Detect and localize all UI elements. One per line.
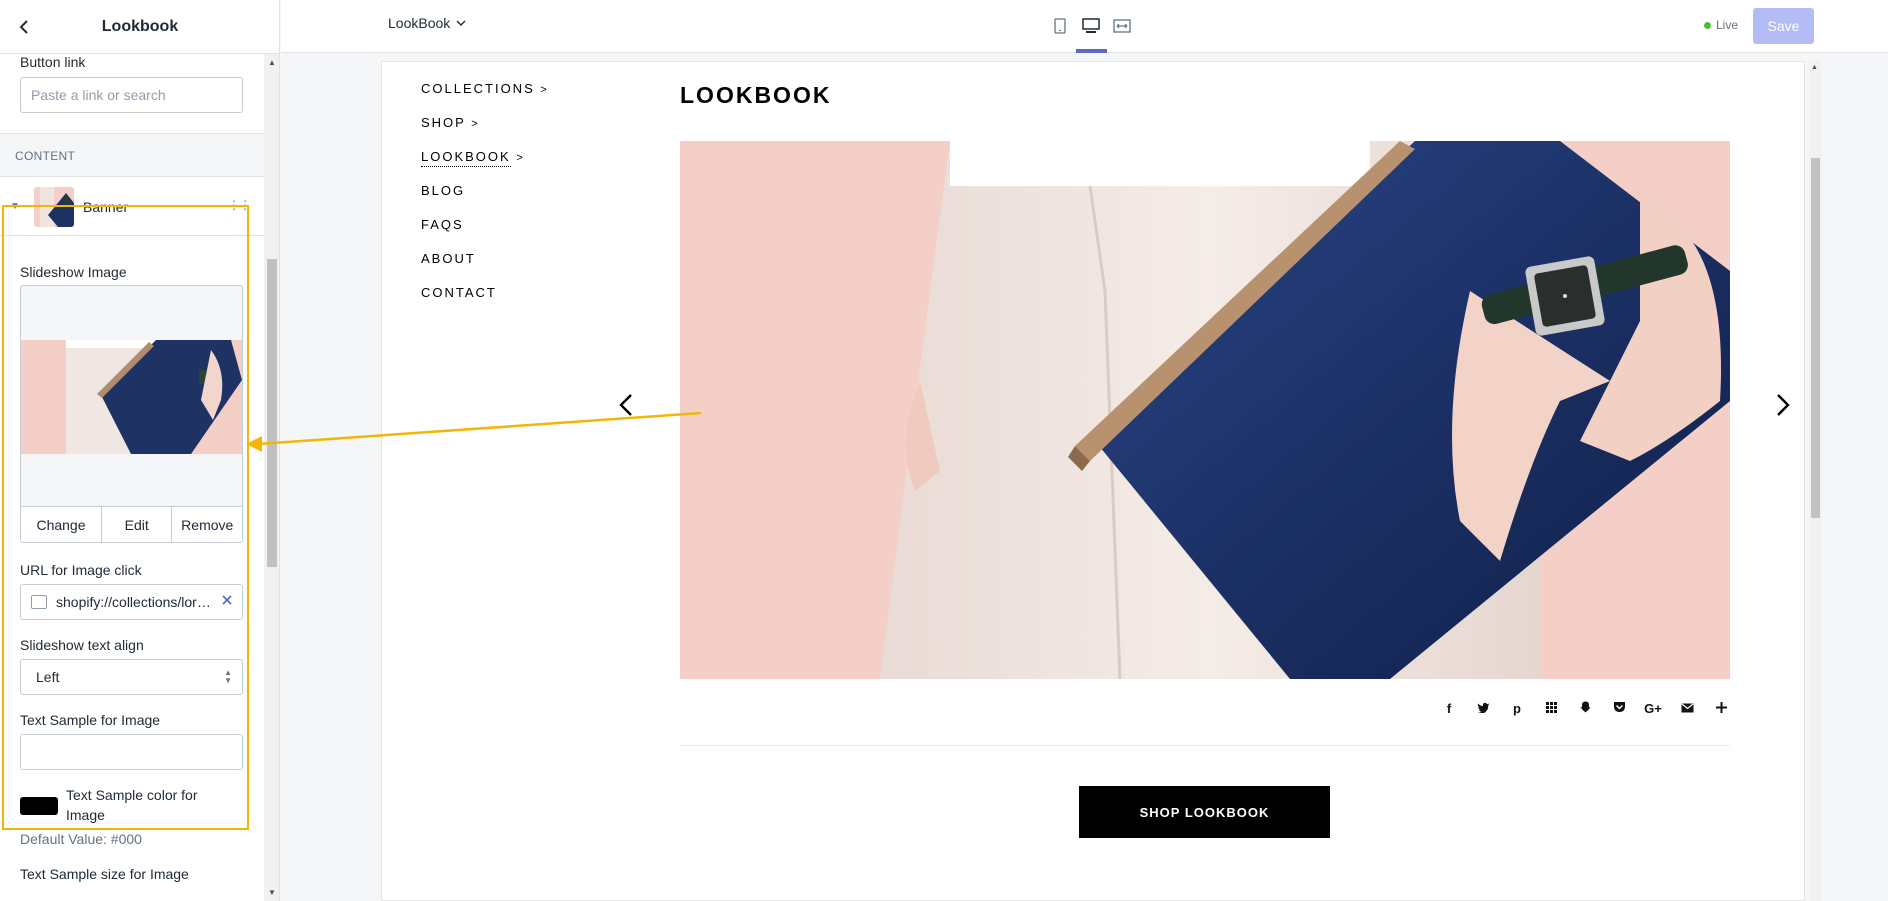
text-align-select[interactable]: Left ▲ ▼	[20, 659, 243, 695]
nav-item-shop[interactable]: SHOP >	[421, 115, 549, 149]
page-title: LOOKBOOK	[680, 82, 832, 108]
save-button[interactable]: Save	[1753, 8, 1814, 44]
divider	[680, 745, 1730, 746]
share-icons: f p G+	[1432, 701, 1738, 716]
nav-item-contact[interactable]: CONTACT	[421, 285, 549, 319]
nav-item-blog[interactable]: BLOG	[421, 183, 549, 217]
page-selector-label: LookBook	[388, 15, 451, 31]
nav-item-faqs[interactable]: FAQS	[421, 217, 549, 251]
scroll-down-icon[interactable]: ▼	[268, 888, 276, 897]
slideshow-image-picker[interactable]: Change Edit Remove	[20, 285, 243, 543]
shop-lookbook-button[interactable]: SHOP LOOKBOOK	[1079, 786, 1330, 838]
live-label: Live	[1716, 18, 1739, 32]
banner-block-label: Banner	[83, 198, 129, 215]
slide-prev-icon[interactable]	[618, 392, 634, 424]
sidebar-body: Button link Paste a link or search CONTE…	[0, 54, 264, 901]
edit-image-button[interactable]: Edit	[102, 507, 173, 542]
storefront-preview: COLLECTIONS > SHOP > LOOKBOOK > BLOG FAQ…	[381, 61, 1805, 901]
text-color-swatch[interactable]	[20, 797, 58, 815]
button-link-input[interactable]: Paste a link or search	[20, 77, 243, 113]
slideshow-image-label: Slideshow Image	[20, 264, 127, 280]
nav-item-lookbook[interactable]: LOOKBOOK >	[421, 149, 549, 183]
theme-editor-sidebar: Lookbook Button link Paste a link or sea…	[0, 0, 280, 901]
text-color-helper: Default Value: #000	[20, 831, 142, 847]
google-plus-icon[interactable]: G+	[1636, 701, 1670, 716]
nav-item-collections[interactable]: COLLECTIONS >	[421, 81, 549, 115]
text-size-label: Text Sample size for Image	[20, 866, 189, 882]
button-link-label: Button link	[20, 54, 86, 70]
snapchat-icon[interactable]	[1568, 701, 1602, 716]
change-image-button[interactable]: Change	[21, 507, 102, 542]
scroll-up-icon[interactable]: ▲	[268, 58, 276, 67]
sidebar-scroll-thumb[interactable]	[267, 259, 277, 567]
sidebar-header: Lookbook	[0, 0, 279, 54]
text-align-label: Slideshow text align	[20, 637, 144, 653]
twitter-icon[interactable]	[1466, 701, 1500, 716]
scroll-up-icon[interactable]: ▲	[1811, 64, 1818, 71]
page-selector[interactable]: LookBook	[388, 15, 466, 31]
banner-block-row[interactable]: ▼ Banner ⋮⋮	[0, 178, 264, 236]
grid-icon[interactable]	[1534, 701, 1568, 716]
desktop-icon[interactable]	[1079, 14, 1103, 38]
collapse-caret-icon[interactable]: ▼	[0, 201, 30, 212]
text-align-value: Left	[36, 669, 60, 685]
clear-url-icon[interactable]	[212, 593, 242, 611]
drag-handle-icon[interactable]: ⋮⋮	[228, 198, 251, 212]
live-status: Live	[1704, 18, 1738, 32]
editor-topbar: LookBook Live Save	[281, 0, 1888, 53]
back-chevron-icon[interactable]	[12, 15, 36, 39]
slide-next-icon[interactable]	[1775, 392, 1791, 424]
nav-item-about[interactable]: ABOUT	[421, 251, 549, 285]
slideshow-image-preview	[21, 340, 242, 454]
full-width-icon[interactable]	[1110, 14, 1134, 38]
pinterest-icon[interactable]: p	[1500, 701, 1534, 716]
mobile-icon[interactable]	[1048, 14, 1072, 38]
sidebar-title: Lookbook	[101, 17, 179, 35]
email-icon[interactable]	[1670, 701, 1704, 716]
text-sample-input[interactable]	[20, 734, 243, 770]
url-image-click-field[interactable]: shopify://collections/lorem-ipsum	[20, 584, 243, 620]
image-actions: Change Edit Remove	[21, 506, 242, 542]
url-image-click-value: shopify://collections/lorem-ipsum	[56, 594, 212, 610]
text-color-label: Text Sample color for Image	[66, 787, 198, 823]
chevron-down-icon	[456, 20, 466, 26]
select-arrows-icon: ▲ ▼	[224, 668, 232, 685]
live-dot-icon	[1704, 21, 1711, 29]
active-device-indicator	[1076, 49, 1107, 53]
sidebar-scrollbar[interactable]: ▲ ▼	[264, 54, 279, 901]
url-image-click-label: URL for Image click	[20, 562, 142, 578]
pocket-icon[interactable]	[1602, 701, 1636, 716]
collection-icon	[31, 595, 47, 609]
remove-image-button[interactable]: Remove	[172, 507, 242, 542]
facebook-icon[interactable]: f	[1432, 701, 1466, 716]
content-section-header: CONTENT	[0, 133, 264, 177]
site-navigation: COLLECTIONS > SHOP > LOOKBOOK > BLOG FAQ…	[421, 81, 549, 319]
preview-scrollbar[interactable]: ▲	[1809, 61, 1821, 901]
plus-icon[interactable]	[1704, 701, 1738, 716]
slideshow-banner-image[interactable]	[680, 141, 1730, 679]
banner-thumbnail	[34, 186, 74, 227]
preview-scroll-thumb[interactable]	[1811, 158, 1820, 518]
text-sample-label: Text Sample for Image	[20, 712, 161, 728]
